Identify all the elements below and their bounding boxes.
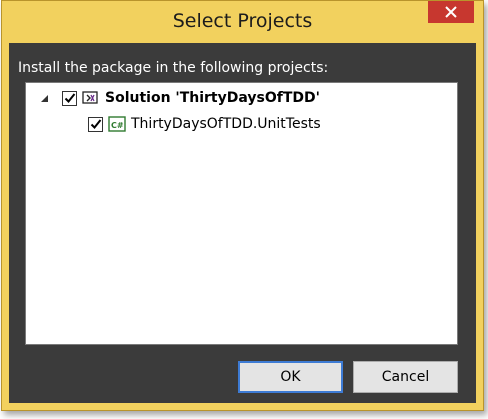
tree-node-solution[interactable]: Solution 'ThirtyDaysOfTDD'	[36, 88, 320, 108]
close-icon	[445, 6, 457, 18]
project-checkbox[interactable]	[88, 116, 103, 132]
ok-button[interactable]: OK	[238, 361, 343, 393]
instruction-label: Install the package in the following pro…	[18, 60, 329, 76]
project-tree[interactable]: Solution 'ThirtyDaysOfTDD' C# ThirtyDays…	[25, 82, 458, 345]
solution-icon	[82, 90, 100, 106]
close-button[interactable]	[428, 1, 474, 23]
cancel-button[interactable]: Cancel	[353, 361, 458, 393]
project-label: ThirtyDaysOfTDD.UnitTests	[131, 116, 321, 132]
checkmark-icon	[64, 93, 75, 103]
window-title: Select Projects	[172, 10, 313, 32]
expand-collapse-icon[interactable]	[36, 90, 52, 106]
checkmark-icon	[90, 119, 101, 129]
svg-text:C#: C#	[111, 121, 124, 130]
title-bar[interactable]: Select Projects	[2, 1, 483, 43]
solution-label: Solution 'ThirtyDaysOfTDD'	[105, 90, 320, 106]
solution-checkbox[interactable]	[62, 90, 77, 106]
tree-node-project[interactable]: C# ThirtyDaysOfTDD.UnitTests	[88, 114, 321, 134]
csharp-project-icon: C#	[108, 116, 126, 132]
